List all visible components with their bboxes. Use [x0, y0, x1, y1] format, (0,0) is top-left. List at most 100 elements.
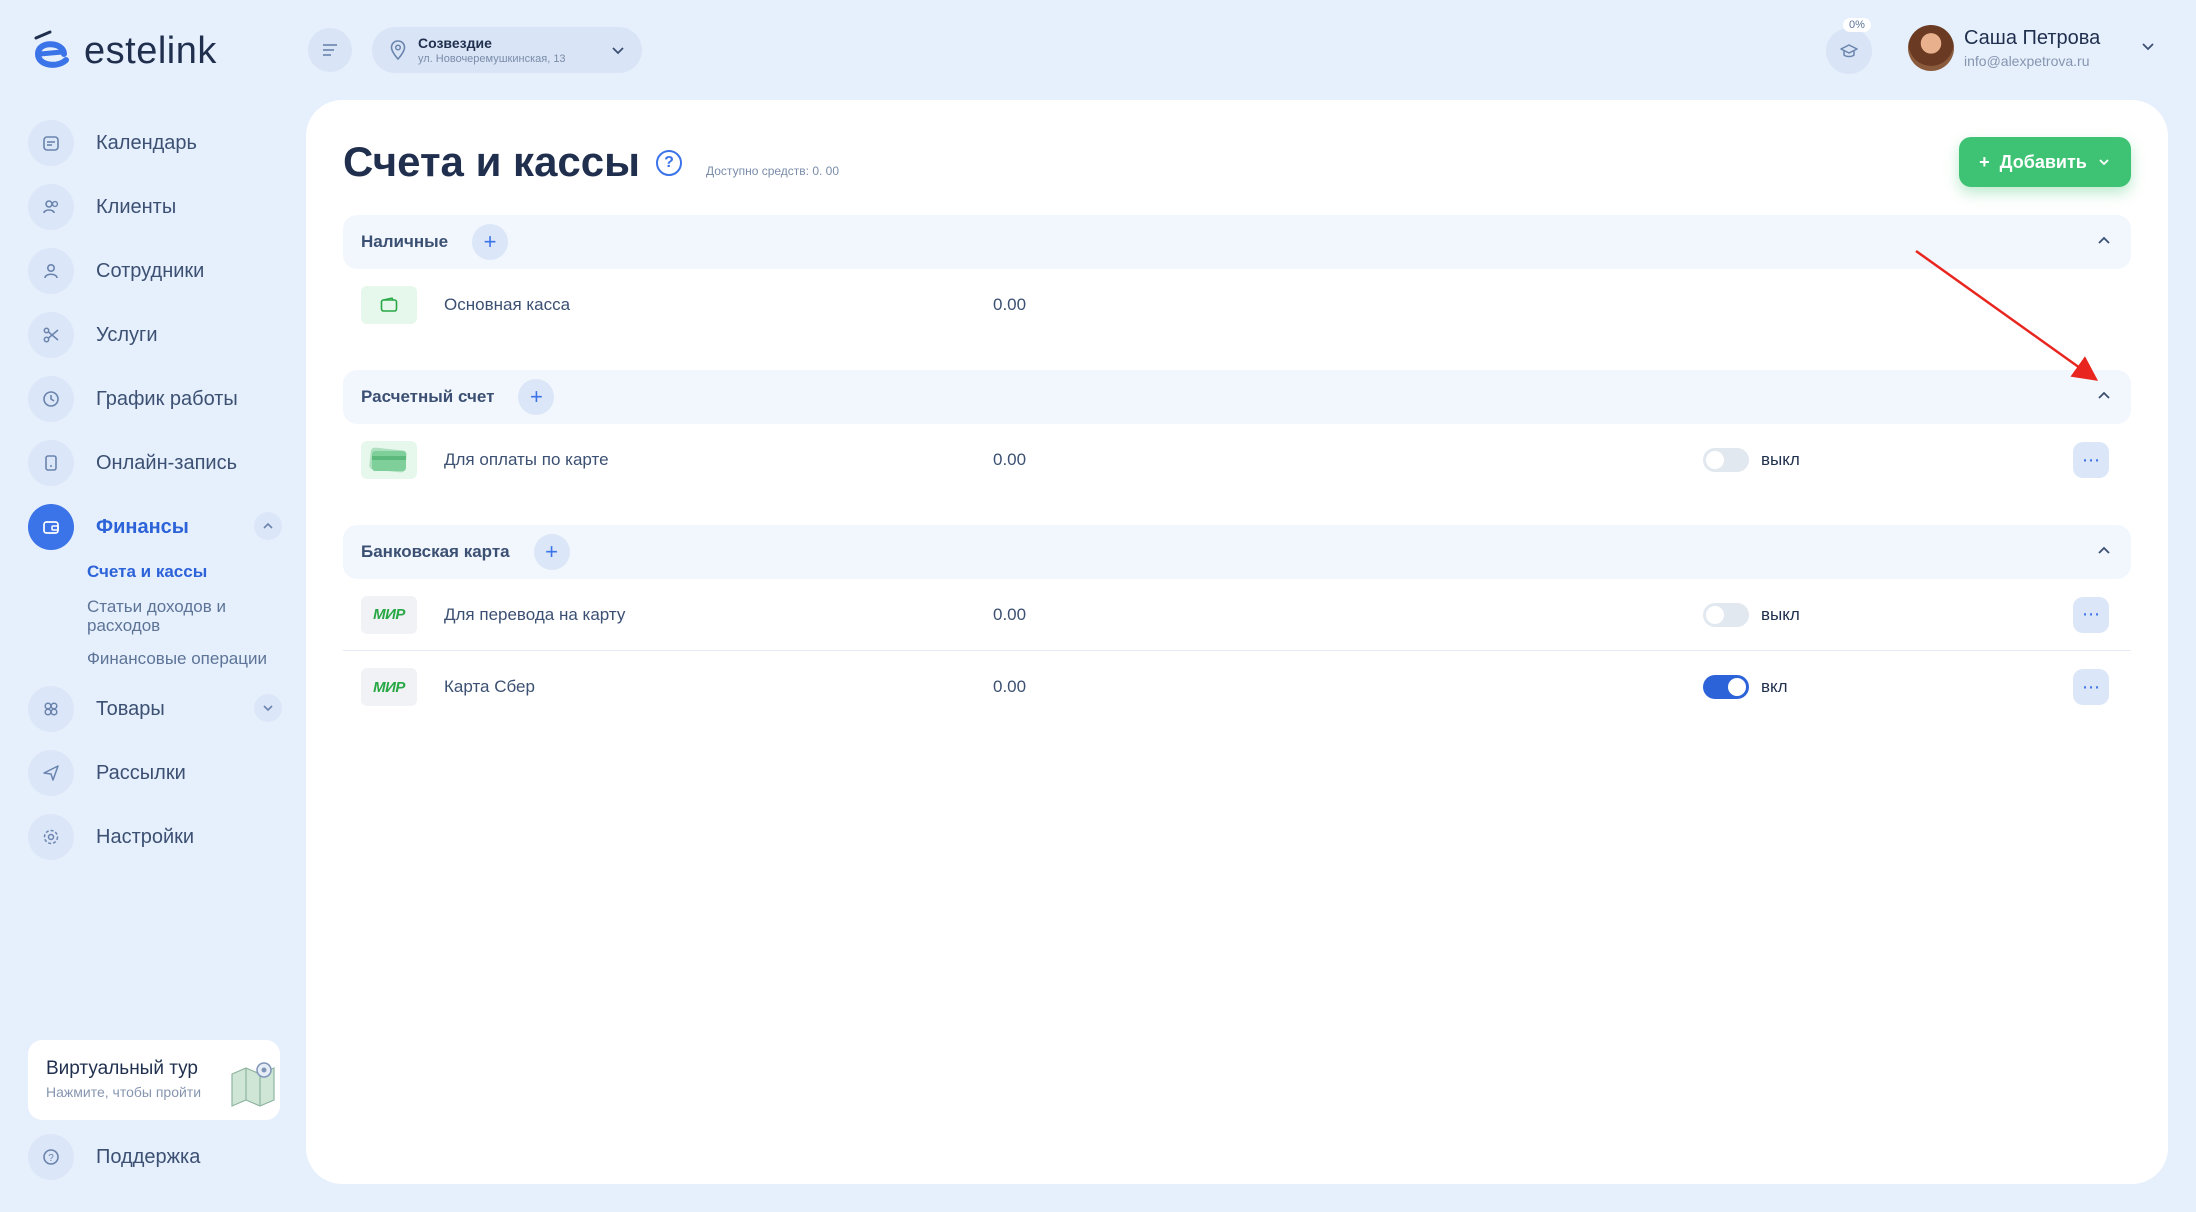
- toggle-switch[interactable]: [1703, 602, 1749, 627]
- clock-icon: [28, 376, 74, 422]
- user-email: info@alexpetrova.ru: [1964, 53, 2090, 69]
- subnav-operations[interactable]: Финансовые операции: [87, 649, 282, 668]
- chevron-down-icon: [2099, 159, 2109, 166]
- add-button[interactable]: + Добавить: [1959, 137, 2131, 187]
- phone-icon: [28, 440, 74, 486]
- chevron-up-icon[interactable]: [2095, 232, 2113, 250]
- account-name: Для перевода на карту: [444, 604, 626, 624]
- staff-icon: [28, 248, 74, 294]
- account-name: Основная касса: [444, 295, 571, 314]
- account-row[interactable]: Основная касса 0.00: [343, 269, 2131, 341]
- goods-icon: [28, 686, 74, 732]
- menu-icon: [323, 44, 337, 56]
- toggle-switch[interactable]: [1703, 675, 1749, 699]
- section-header: Наличные +: [343, 215, 2131, 269]
- chevron-down-icon[interactable]: [254, 694, 282, 722]
- finance-subnav: Счета и кассы Статьи доходов и расходов …: [87, 562, 282, 668]
- user-profile[interactable]: Саша Петрова info@alexpetrova.ru: [1908, 25, 2100, 71]
- chevron-up-icon[interactable]: [2095, 542, 2113, 560]
- avatar: [1908, 25, 1954, 71]
- chevron-down-icon: [612, 47, 624, 55]
- sidebar-item-goods[interactable]: Товары: [28, 682, 282, 736]
- account-amount: 0.00: [993, 677, 1027, 696]
- sidebar-item-label: Онлайн-запись: [96, 451, 237, 474]
- account-row[interactable]: Для оплаты по карте 0.00 выкл ⋯: [343, 424, 2131, 496]
- sidebar-item-label: График работы: [96, 387, 238, 410]
- sidebar-item-schedule[interactable]: График работы: [28, 372, 282, 426]
- toggle-switch[interactable]: [1703, 448, 1749, 472]
- sidebar-item-label: Календарь: [96, 131, 197, 154]
- subnav-accounts[interactable]: Счета и кассы: [87, 562, 282, 581]
- account-amount: 0.00: [993, 604, 1027, 624]
- more-options-button[interactable]: ⋯: [2073, 596, 2109, 633]
- toggle-label: вкл: [1761, 677, 1788, 696]
- chevron-up-icon[interactable]: [254, 512, 282, 540]
- menu-toggle-button[interactable]: [308, 28, 352, 72]
- section-title: Расчетный счет: [361, 387, 495, 406]
- support-link[interactable]: ? Поддержка: [28, 1134, 200, 1180]
- toggle-label: выкл: [1761, 604, 1800, 624]
- sidebar-item-label: Сотрудники: [96, 259, 205, 282]
- clients-icon: [28, 184, 74, 230]
- section-cash: Наличные + Основная касса 0.00: [343, 215, 2131, 341]
- calendar-icon: [28, 120, 74, 166]
- add-button-label: Добавить: [1999, 151, 2087, 172]
- account-toggle[interactable]: выкл: [1703, 448, 1800, 472]
- plus-icon: +: [1979, 151, 1990, 172]
- account-row[interactable]: МИР Карта Сбер 0.00 вкл ⋯: [343, 651, 2131, 723]
- mir-logo-icon: МИР: [361, 668, 417, 706]
- account-toggle[interactable]: выкл: [1703, 602, 1800, 627]
- sidebar-item-label: Настройки: [96, 825, 195, 848]
- account-name: Карта Сбер: [444, 677, 535, 696]
- wallet-icon: [361, 286, 417, 324]
- user-name: Саша Петрова: [1964, 27, 2101, 49]
- help-circle-icon: ?: [28, 1134, 74, 1180]
- section-title: Наличные: [361, 232, 449, 251]
- sidebar-item-online-booking[interactable]: Онлайн-запись: [28, 436, 282, 490]
- location-pin-icon: [390, 40, 406, 60]
- location-selector[interactable]: Созвездие ул. Новочеремушкинская, 13: [372, 27, 642, 73]
- wallet-icon: [28, 504, 74, 550]
- add-account-button[interactable]: +: [518, 379, 555, 415]
- account-toggle[interactable]: вкл: [1703, 675, 1788, 699]
- graduation-cap-icon: [1840, 44, 1858, 58]
- location-address: ул. Новочеремушкинская, 13: [418, 53, 566, 65]
- subnav-income-expense[interactable]: Статьи доходов и расходов: [87, 597, 282, 635]
- sidebar-item-clients[interactable]: Клиенты: [28, 180, 282, 234]
- gear-icon: [28, 814, 74, 860]
- more-options-button[interactable]: ⋯: [2073, 442, 2109, 478]
- add-account-button[interactable]: +: [472, 224, 509, 260]
- available-funds: Доступно средств: 0. 00: [706, 164, 840, 178]
- account-row[interactable]: МИР Для перевода на карту 0.00 выкл ⋯: [343, 579, 2131, 651]
- chevron-up-icon[interactable]: [2095, 387, 2113, 405]
- sidebar-item-mailings[interactable]: Рассылки: [28, 746, 282, 800]
- sidebar-item-finance[interactable]: Финансы: [28, 500, 282, 554]
- sidebar-item-services[interactable]: Услуги: [28, 308, 282, 362]
- sidebar-nav: Календарь Клиенты Сотрудники Услуги Граф…: [28, 116, 282, 874]
- section-header: Банковская карта +: [343, 525, 2131, 579]
- main-content: Счета и кассы ? Доступно средств: 0. 00 …: [306, 100, 2168, 1184]
- sidebar-item-settings[interactable]: Настройки: [28, 810, 282, 864]
- help-icon[interactable]: ?: [656, 150, 682, 176]
- sidebar-item-calendar[interactable]: Календарь: [28, 116, 282, 170]
- section-title: Банковская карта: [361, 542, 510, 561]
- mir-logo-icon: МИР: [361, 595, 417, 634]
- card-icon: [361, 441, 417, 479]
- more-options-button[interactable]: ⋯: [2073, 669, 2109, 705]
- sidebar-item-label: Клиенты: [96, 195, 177, 218]
- sidebar-item-label: Финансы: [96, 515, 189, 538]
- sidebar-item-staff[interactable]: Сотрудники: [28, 244, 282, 298]
- logo-icon: [34, 30, 69, 68]
- map-icon: [231, 1062, 275, 1107]
- add-account-button[interactable]: +: [533, 534, 570, 570]
- virtual-tour-card[interactable]: Виртуальный тур Нажмите, чтобы пройти: [28, 1040, 280, 1120]
- account-name: Для оплаты по карте: [444, 450, 609, 469]
- sidebar-item-label: Услуги: [96, 323, 158, 346]
- onboarding-progress-button[interactable]: [1826, 28, 1872, 74]
- logo[interactable]: estelink: [28, 28, 217, 74]
- sidebar-item-label: Товары: [96, 697, 165, 720]
- send-icon: [28, 750, 74, 796]
- chevron-down-icon[interactable]: [2140, 38, 2156, 54]
- support-label: Поддержка: [96, 1145, 201, 1168]
- page-title: Счета и кассы: [343, 138, 641, 185]
